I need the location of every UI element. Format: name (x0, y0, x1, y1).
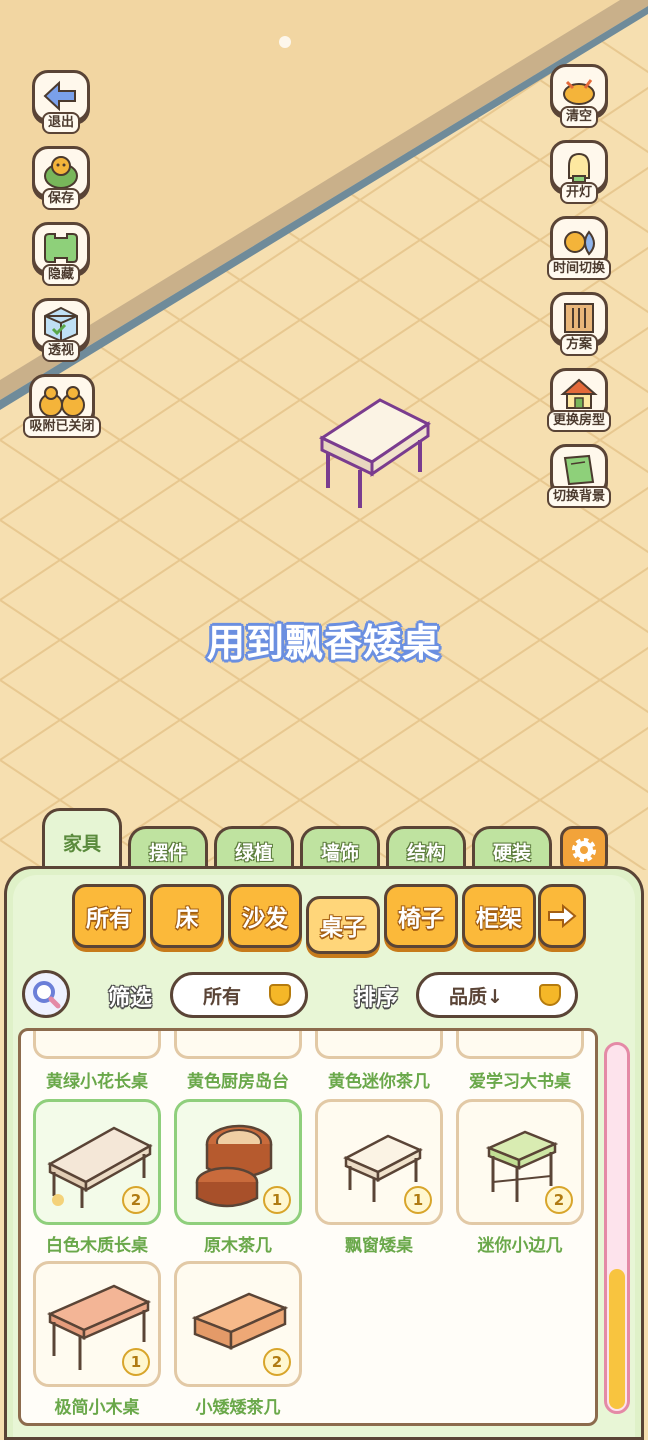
sort-value: 品质↓ (449, 985, 503, 1008)
list-item[interactable]: 1 极简小木桌 (33, 1261, 161, 1418)
clear-button[interactable]: 清空 (544, 64, 614, 134)
perspective-label: 透视 (41, 340, 80, 362)
switch-background-button[interactable]: 切换背景 (544, 444, 614, 514)
item-name: 小矮矮茶几 (195, 1398, 281, 1418)
subtab-sofa[interactable]: 沙发 (228, 884, 302, 948)
center-message: 用到飘香矮桌 (206, 621, 441, 665)
subtab-table[interactable]: 桌子 (306, 896, 380, 954)
scroll-thumb[interactable] (609, 1269, 625, 1409)
search-button[interactable] (22, 970, 70, 1018)
time-switch-label: 时间切换 (546, 258, 611, 280)
item-name: 爱学习大书桌 (469, 1072, 571, 1092)
snap-label: 吸附已关闭 (23, 416, 101, 438)
list-item[interactable]: 黄色厨房岛台 (174, 1031, 302, 1092)
light-button[interactable]: 开灯 (544, 140, 614, 210)
item-name: 黄色迷你茶几 (328, 1072, 430, 1092)
exit-button[interactable]: 退出 (26, 70, 96, 140)
item-scrollbar[interactable] (604, 1042, 630, 1414)
scheme-label: 方案 (559, 334, 598, 356)
subtab-cabinet[interactable]: 柜架 (462, 884, 536, 948)
subtab-all[interactable]: 所有 (72, 884, 146, 948)
change-room-button[interactable]: 更换房型 (544, 368, 614, 438)
list-item[interactable]: 1 原木茶几 (174, 1099, 302, 1256)
perspective-button[interactable]: 透视 (26, 298, 96, 368)
switch-background-label: 切换背景 (546, 486, 611, 508)
sort-label: 排序 (354, 986, 399, 1011)
clear-label: 清空 (559, 106, 598, 128)
subtab-bed[interactable]: 床 (150, 884, 224, 948)
scheme-button[interactable]: 方案 (544, 292, 614, 362)
placed-table[interactable] (316, 396, 436, 516)
quantity-badge: 2 (545, 1186, 573, 1214)
list-item[interactable]: 2 白色木质长桌 (33, 1099, 161, 1256)
list-item[interactable]: 黄色迷你茶几 (315, 1031, 443, 1092)
hide-label: 隐藏 (41, 264, 80, 286)
snap-toggle-button[interactable]: 吸附已关闭 (20, 374, 104, 444)
sub-category-tabs: 所有 床 沙发 桌子 椅子 柜架 (66, 884, 586, 956)
list-item[interactable]: 黄绿小花长桌 (33, 1031, 161, 1092)
filter-dropdown[interactable]: 所有 (170, 972, 308, 1018)
filter-label: 筛选 (108, 986, 153, 1011)
quantity-badge: 1 (122, 1348, 150, 1376)
save-button[interactable]: 保存 (26, 146, 96, 216)
item-name: 迷你小边几 (477, 1236, 563, 1256)
sort-dropdown[interactable]: 品质↓ (416, 972, 578, 1018)
item-name: 黄绿小花长桌 (46, 1072, 148, 1092)
quantity-badge: 1 (404, 1186, 432, 1214)
time-switch-button[interactable]: 时间切换 (544, 216, 614, 286)
item-name: 原木茶几 (204, 1236, 272, 1256)
shield-icon (539, 984, 561, 1006)
search-icon (33, 981, 61, 1009)
item-grid[interactable]: 黄绿小花长桌 黄色厨房岛台 黄色迷你茶几 爱学习大书桌 2 白色木质长桌 1 原… (18, 1028, 598, 1426)
list-item[interactable]: 2 迷你小边几 (456, 1099, 584, 1256)
subtab-next-button[interactable] (538, 884, 586, 948)
list-item[interactable]: 爱学习大书桌 (456, 1031, 584, 1092)
subtab-chair[interactable]: 椅子 (384, 884, 458, 948)
quantity-badge: 2 (122, 1186, 150, 1214)
item-name: 飘窗矮桌 (345, 1236, 413, 1256)
list-item[interactable]: 2 小矮矮茶几 (174, 1261, 302, 1418)
item-name: 极简小木桌 (54, 1398, 140, 1418)
shield-icon (269, 984, 291, 1006)
exit-label: 退出 (41, 112, 80, 134)
item-name: 白色木质长桌 (46, 1236, 148, 1256)
quantity-badge: 1 (263, 1186, 291, 1214)
save-label: 保存 (41, 188, 80, 210)
list-item[interactable]: 1 飘窗矮桌 (315, 1099, 443, 1256)
gear-icon (572, 838, 596, 862)
filter-value: 所有 (203, 985, 242, 1008)
tab-furniture[interactable]: 家具 (42, 808, 122, 874)
light-label: 开灯 (559, 182, 598, 204)
arrow-right-icon (548, 904, 577, 928)
change-room-label: 更换房型 (546, 410, 611, 432)
item-name: 黄色厨房岛台 (187, 1072, 289, 1092)
quantity-badge: 2 (263, 1348, 291, 1376)
hide-button[interactable]: 隐藏 (26, 222, 96, 292)
